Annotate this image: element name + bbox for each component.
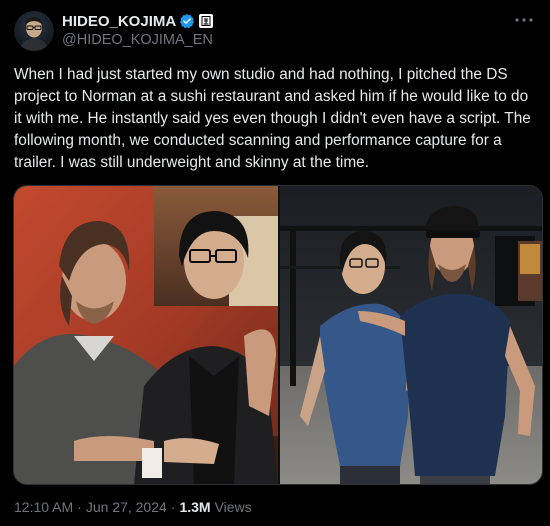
tweet-meta: 12:10 AM · Jun 27, 2024 · 1.3M Views: [14, 499, 252, 515]
views-count[interactable]: 1.3M: [179, 499, 210, 515]
author-name-row: HIDEO_KOJIMA: [62, 12, 214, 30]
tweet-time[interactable]: 12:10 AM: [14, 499, 73, 515]
tweet-text: When I had just started my own studio an…: [14, 66, 531, 171]
tweet-date[interactable]: Jun 27, 2024: [86, 499, 167, 515]
meta-separator: ·: [77, 499, 82, 515]
author-handle[interactable]: @HIDEO_KOJIMA_EN: [62, 32, 213, 48]
more-options-icon[interactable]: [512, 10, 536, 30]
tweet-card: HIDEO_KOJIMA @HIDEO_KOJIMA_EN When I had…: [0, 0, 550, 526]
photo-studio[interactable]: [280, 186, 542, 484]
tweet-media[interactable]: [13, 185, 543, 485]
verified-badge-icon: [179, 13, 195, 29]
affiliate-badge-icon[interactable]: [199, 14, 214, 28]
photo-restaurant[interactable]: [14, 186, 278, 484]
meta-separator: ·: [170, 499, 176, 515]
avatar[interactable]: [14, 11, 54, 51]
author-display-name[interactable]: HIDEO_KOJIMA: [62, 13, 176, 30]
views-label[interactable]: Views: [215, 499, 252, 515]
